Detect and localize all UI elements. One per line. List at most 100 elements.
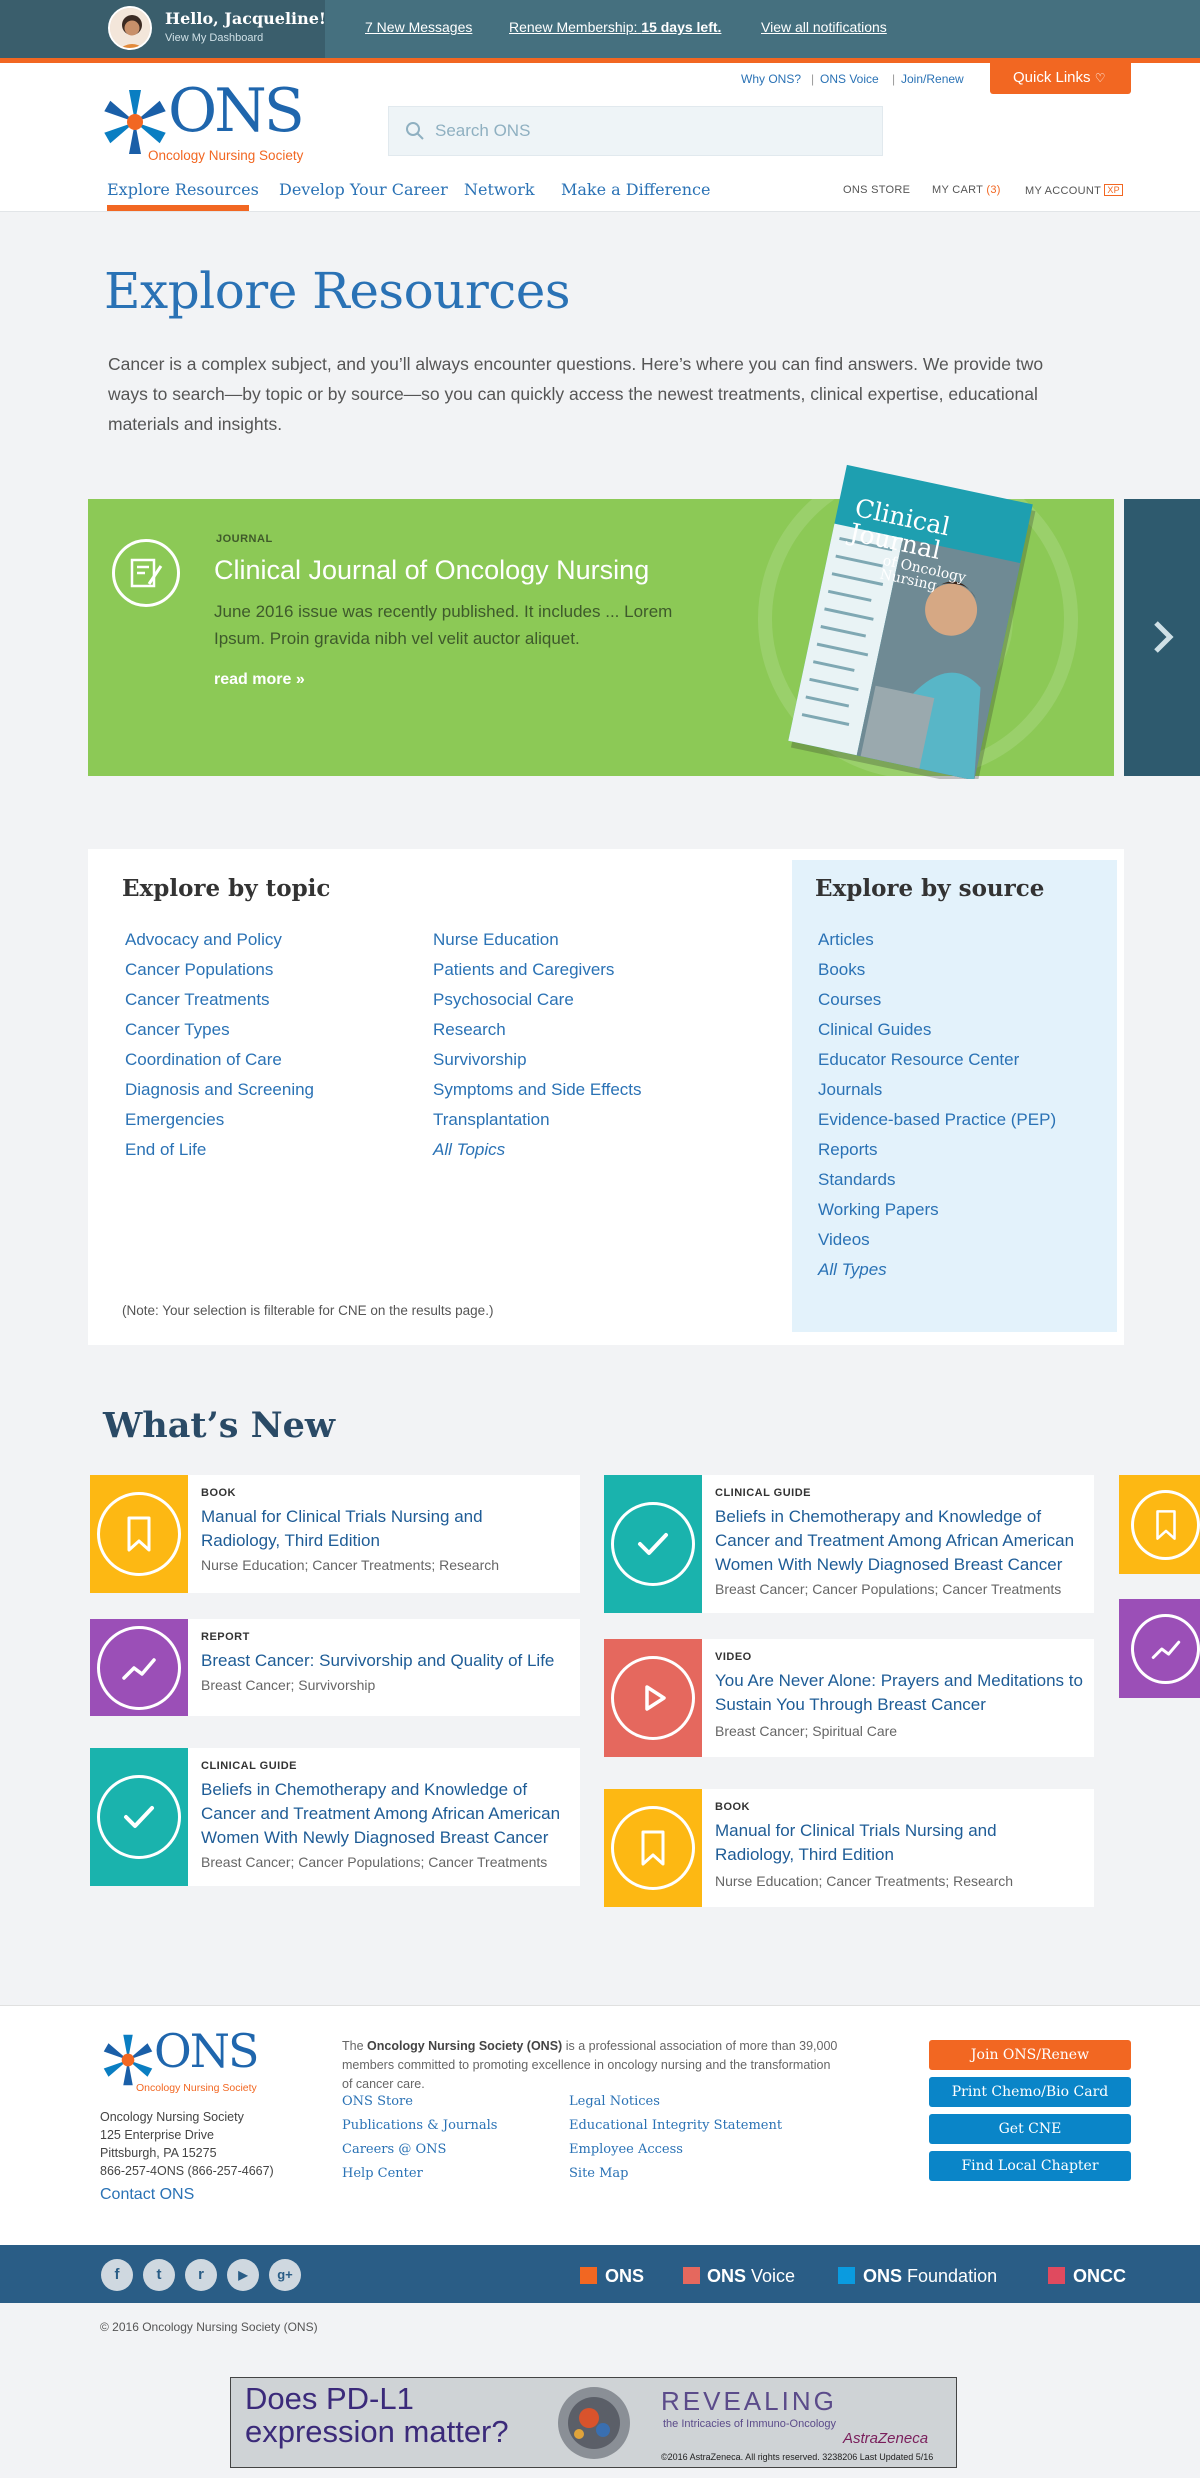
brand-ons[interactable]: ONS [605, 2266, 644, 2287]
contact-ons-link[interactable]: Contact ONS [100, 2186, 194, 2204]
brand-ons-foundation[interactable]: ONS Foundation [863, 2266, 997, 2287]
all-types-link[interactable]: All Types [818, 1260, 887, 1280]
topic-link[interactable]: Research [433, 1020, 506, 1040]
journal-cover[interactable]: Clinical Journal of Oncology Nursing [778, 461, 1038, 787]
feature-description: June 2016 issue was recently published. … [214, 602, 673, 648]
dashboard-link[interactable]: View My Dashboard [165, 32, 263, 44]
logo-text: ONS [168, 76, 305, 146]
ons-logo[interactable]: ONS Oncology Nursing Society [100, 76, 310, 166]
footer-link[interactable]: ONS Store [342, 2094, 413, 2109]
footer-link[interactable]: Help Center [342, 2166, 423, 2181]
google-plus-icon[interactable]: g+ [269, 2259, 301, 2291]
find-chapter-button[interactable]: Find Local Chapter [929, 2151, 1131, 2181]
feature-title[interactable]: Clinical Journal of Oncology Nursing [214, 555, 649, 586]
avatar[interactable] [108, 6, 152, 50]
source-link[interactable]: Reports [818, 1140, 878, 1160]
ons-store-link[interactable]: ONS STORE [843, 184, 910, 196]
rss-icon[interactable]: r [185, 2259, 217, 2291]
topic-link[interactable]: Symptoms and Side Effects [433, 1080, 642, 1100]
search-box[interactable] [388, 106, 883, 156]
youtube-icon[interactable]: ▶ [227, 2259, 259, 2291]
footer-link[interactable]: Employee Access [569, 2142, 683, 2157]
source-link[interactable]: Videos [818, 1230, 870, 1250]
topic-link[interactable]: Cancer Treatments [125, 990, 270, 1010]
topic-link[interactable]: Patients and Caregivers [433, 960, 614, 980]
card-kicker: CLINICAL GUIDE [715, 1487, 812, 1499]
search-input[interactable] [435, 107, 865, 155]
get-cne-button[interactable]: Get CNE [929, 2114, 1131, 2144]
ons-foundation-square-icon [838, 2267, 855, 2284]
brand-ons-voice[interactable]: ONS Voice [707, 2266, 795, 2287]
source-link[interactable]: Journals [818, 1080, 882, 1100]
footer-link[interactable]: Site Map [569, 2166, 629, 2181]
explore-topic-heading: Explore by topic [122, 875, 331, 902]
card-title[interactable]: Beliefs in Chemotherapy and Knowledge of… [715, 1505, 1085, 1577]
topic-link[interactable]: Cancer Populations [125, 960, 273, 980]
advertisement-banner[interactable]: Does PD-L1 expression matter? REVEALING … [230, 2377, 957, 2468]
topic-link[interactable]: Nurse Education [433, 930, 559, 950]
source-link[interactable]: Standards [818, 1170, 896, 1190]
carousel-next-button[interactable] [1124, 499, 1200, 776]
ad-legal: ©2016 AstraZeneca. All rights reserved. … [661, 2452, 934, 2462]
my-cart-link[interactable]: MY CART (3) [932, 184, 1001, 196]
resource-card[interactable]: REPORT Breast Cancer: Survivorship and Q… [90, 1619, 580, 1716]
all-topics-link[interactable]: All Topics [433, 1140, 505, 1160]
card-kicker: BOOK [201, 1487, 236, 1499]
card-title[interactable]: Beliefs in Chemotherapy and Knowledge of… [201, 1778, 571, 1850]
source-link[interactable]: Evidence-based Practice (PEP) [818, 1110, 1056, 1130]
resource-card[interactable]: VIDEO You Are Never Alone: Prayers and M… [604, 1639, 1094, 1757]
nav-make-difference[interactable]: Make a Difference [561, 180, 710, 199]
footer-link[interactable]: Careers @ ONS [342, 2142, 446, 2157]
topic-link[interactable]: End of Life [125, 1140, 206, 1160]
footer-link[interactable]: Legal Notices [569, 2094, 660, 2109]
quick-links-button[interactable]: Quick Links ♡ [990, 63, 1131, 94]
brand-oncc[interactable]: ONCC [1073, 2266, 1126, 2287]
ad-revealing: REVEALING [661, 2386, 837, 2416]
resource-card[interactable]: BOOK Manual for Clinical Trials Nursing … [604, 1789, 1094, 1907]
topic-link[interactable]: Cancer Types [125, 1020, 230, 1040]
resource-card[interactable]: CLINICAL GUIDE Beliefs in Chemotherapy a… [90, 1748, 580, 1886]
print-chemo-card-button[interactable]: Print Chemo/Bio Card [929, 2077, 1131, 2107]
nav-network[interactable]: Network [464, 180, 535, 199]
source-link[interactable]: Courses [818, 990, 881, 1010]
topic-link[interactable]: Emergencies [125, 1110, 224, 1130]
join-renew-button[interactable]: Join ONS/Renew [929, 2040, 1131, 2070]
notifications-link[interactable]: View all notifications [761, 19, 887, 35]
nav-develop-career[interactable]: Develop Your Career [279, 180, 448, 199]
facebook-icon[interactable]: f [101, 2259, 133, 2291]
messages-link[interactable]: 7 New Messages [365, 19, 472, 35]
oncc-square-icon [1048, 2267, 1065, 2284]
card-title[interactable]: Breast Cancer: Survivorship and Quality … [201, 1649, 571, 1673]
resource-card[interactable]: BOOK Manual for Clinical Trials Nursing … [90, 1475, 580, 1593]
source-link[interactable]: Articles [818, 930, 874, 950]
resource-card[interactable]: CLINICAL GUIDE Beliefs in Chemotherapy a… [604, 1475, 1094, 1613]
bookmark-icon [611, 1806, 695, 1890]
card-peek-tile[interactable] [1119, 1475, 1200, 1574]
nav-explore-resources[interactable]: Explore Resources [107, 180, 259, 199]
source-link[interactable]: Working Papers [818, 1200, 939, 1220]
twitter-icon[interactable]: t [143, 2259, 175, 2291]
source-link[interactable]: Clinical Guides [818, 1020, 931, 1040]
my-account-link[interactable]: MY ACCOUNT XP [1025, 184, 1123, 197]
card-title[interactable]: You Are Never Alone: Prayers and Meditat… [715, 1669, 1085, 1717]
topic-link[interactable]: Coordination of Care [125, 1050, 282, 1070]
read-more-link[interactable]: read more » [214, 671, 305, 689]
topic-link[interactable]: Advocacy and Policy [125, 930, 282, 950]
source-link[interactable]: Books [818, 960, 865, 980]
card-title[interactable]: Manual for Clinical Trials Nursing and R… [201, 1505, 551, 1553]
topic-link[interactable]: Survivorship [433, 1050, 527, 1070]
why-ons-link[interactable]: Why ONS? [741, 72, 801, 86]
topic-link[interactable]: Diagnosis and Screening [125, 1080, 314, 1100]
footer-link[interactable]: Educational Integrity Statement [569, 2118, 782, 2133]
topic-link[interactable]: Psychosocial Care [433, 990, 574, 1010]
card-title[interactable]: Manual for Clinical Trials Nursing and R… [715, 1819, 1065, 1867]
topic-link[interactable]: Transplantation [433, 1110, 550, 1130]
card-kicker: REPORT [201, 1631, 250, 1643]
footer-logo[interactable]: ONS Oncology Nursing Society [100, 2024, 270, 2098]
footer-link[interactable]: Publications & Journals [342, 2118, 497, 2133]
join-renew-link[interactable]: Join/Renew [901, 72, 964, 86]
renew-link[interactable]: Renew Membership: 15 days left. [509, 19, 721, 35]
ons-voice-link[interactable]: ONS Voice [820, 72, 879, 86]
card-peek-tile[interactable] [1119, 1599, 1200, 1698]
source-link[interactable]: Educator Resource Center [818, 1050, 1019, 1070]
